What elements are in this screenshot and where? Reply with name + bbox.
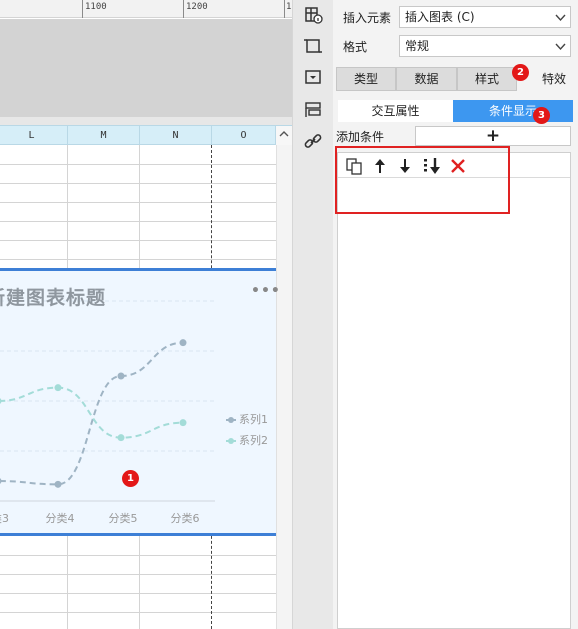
series-point: [179, 339, 187, 347]
series-point: [117, 372, 125, 380]
chevron-down-icon: [555, 14, 566, 22]
cell-element-icon[interactable]: [303, 36, 323, 56]
x-tick-label: 类3: [0, 511, 9, 525]
add-condition-label: 添加条件: [336, 130, 385, 144]
widget-settings-icon[interactable]: [303, 67, 323, 87]
series-point: [0, 398, 2, 404]
row-line: [0, 183, 276, 184]
ruler-mark: 1100: [85, 2, 107, 12]
legend-item-series1: 系列1: [226, 411, 268, 427]
row-line: [0, 202, 276, 203]
row-line: [0, 593, 276, 594]
column-header-l[interactable]: L: [0, 126, 68, 145]
cell-properties-icon[interactable]: [303, 5, 323, 25]
insert-element-select[interactable]: 插入图表 (C): [399, 6, 571, 28]
add-condition-button[interactable]: +: [415, 126, 571, 146]
series-line-1: [0, 341, 184, 486]
x-tick-label: 分类4: [46, 511, 75, 525]
step-badge-1: 1: [122, 470, 139, 487]
x-tick-label: 分类5: [109, 511, 138, 525]
legend-item-series2: 系列2: [226, 432, 268, 448]
column-header-n[interactable]: N: [140, 126, 212, 145]
series-point: [179, 419, 187, 427]
row-line: [0, 221, 276, 222]
property-panel: 插入元素 插入图表 (C) 格式 常规 类型 数据 样式 特效 交互属性 条件显…: [333, 0, 578, 629]
series-point: [54, 480, 62, 488]
chart-title: 新建图表标题: [0, 287, 107, 309]
row-line: [0, 240, 276, 241]
vertical-scrollbar[interactable]: [276, 145, 292, 629]
ruler-tick: [82, 0, 83, 18]
row-line: [0, 555, 276, 556]
step-badge-3: 3: [533, 107, 550, 124]
insert-element-label: 插入元素: [343, 11, 392, 25]
scroll-up-button[interactable]: [276, 126, 292, 145]
step-badge-2: 2: [512, 64, 529, 81]
subtab-condition-display[interactable]: 条件显示: [453, 100, 573, 122]
series-line-2: [0, 386, 184, 439]
column-header-row: L M N O: [0, 125, 292, 145]
legend-swatch: [226, 417, 236, 423]
x-tick-label: 分类6: [171, 511, 200, 525]
more-options-icon[interactable]: •••: [251, 283, 281, 299]
column-header-m[interactable]: M: [68, 126, 140, 145]
legend-label: 系列2: [239, 434, 268, 447]
canvas-strip: [0, 117, 292, 125]
chart-plot: 类3 分类4 分类5 分类6: [0, 300, 215, 525]
horizontal-ruler: 1100 1200 13: [0, 0, 292, 18]
vertical-toolbar: [292, 0, 333, 629]
chevron-down-icon: [555, 43, 566, 51]
condition-list[interactable]: [337, 152, 571, 629]
canvas-background: [0, 19, 292, 117]
template-settings-icon[interactable]: [303, 100, 323, 120]
tab-type[interactable]: 类型: [336, 67, 396, 91]
row-line: [0, 612, 276, 613]
subtab-interaction[interactable]: 交互属性: [338, 100, 453, 122]
ruler-tick: [183, 0, 184, 18]
ruler-tick: [284, 0, 285, 18]
insert-element-value: 插入图表 (C): [405, 10, 475, 24]
chevron-up-icon: [279, 131, 289, 137]
format-label: 格式: [343, 40, 368, 54]
format-select[interactable]: 常规: [399, 35, 571, 57]
row-line: [0, 164, 276, 165]
series-point: [0, 478, 2, 484]
row-line: [0, 259, 276, 260]
annotation-highlight-box: [335, 146, 510, 214]
column-header-o[interactable]: O: [212, 126, 276, 145]
legend-swatch: [226, 438, 236, 444]
hyperlink-icon[interactable]: [303, 131, 323, 151]
chart-widget[interactable]: 类3 分类4 分类5 分类6 新建图表标题 ••• 系列1 系列2 1: [0, 268, 280, 536]
row-line: [0, 574, 276, 575]
ruler-mark: 1200: [186, 2, 208, 12]
tab-style[interactable]: 样式: [457, 67, 517, 91]
legend-label: 系列1: [239, 413, 268, 426]
tab-data[interactable]: 数据: [396, 67, 457, 91]
format-value: 常规: [405, 39, 430, 53]
chart-property-tabs: 类型 数据 样式 特效: [336, 67, 575, 91]
add-condition-row: 添加条件 +: [333, 126, 578, 146]
spreadsheet-area: 1100 1200 13 L M N O 类3 分类4 分类5 分类6 新建图表标题: [0, 0, 292, 629]
series-point: [117, 434, 125, 442]
series-point: [54, 384, 62, 392]
